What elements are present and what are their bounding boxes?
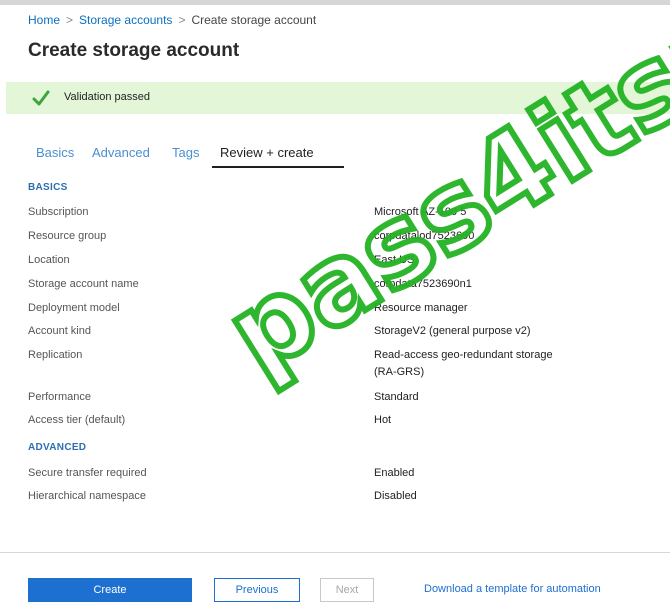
field-label-replication: Replication <box>28 349 83 361</box>
download-template-link[interactable]: Download a template for automation <box>424 583 601 595</box>
field-label-resource-group: Resource group <box>28 230 107 242</box>
field-value-account-kind: StorageV2 (general purpose v2) <box>374 325 531 337</box>
field-value-performance: Standard <box>374 391 419 403</box>
tab-advanced[interactable]: Advanced <box>92 145 150 160</box>
checkmark-icon <box>32 90 50 106</box>
next-button[interactable]: Next <box>320 578 374 602</box>
field-label-subscription: Subscription <box>28 206 89 218</box>
field-value-deployment-model: Resource manager <box>374 302 468 314</box>
field-label-location: Location <box>28 254 70 266</box>
field-label-secure-transfer: Secure transfer required <box>28 467 147 479</box>
field-value-access-tier: Hot <box>374 414 392 426</box>
top-border <box>0 0 670 5</box>
tab-tags[interactable]: Tags <box>172 145 199 160</box>
field-value-secure-transfer: Enabled <box>374 467 415 479</box>
field-label-performance: Performance <box>28 391 91 403</box>
create-button[interactable]: Create <box>28 578 192 602</box>
breadcrumb-home[interactable]: Home <box>28 13 60 27</box>
breadcrumb-storage-accounts[interactable]: Storage accounts <box>79 13 172 27</box>
breadcrumb-separator: > <box>178 13 186 27</box>
field-label-account-kind: Account kind <box>28 325 91 337</box>
breadcrumb-separator: > <box>66 13 74 27</box>
tab-basics[interactable]: Basics <box>36 145 74 160</box>
field-value-hierarchical-namespace: Disabled <box>374 490 417 502</box>
page-title: Create storage account <box>28 40 240 61</box>
validation-banner: Validation passed <box>6 82 670 114</box>
field-value-storage-account-name: corpdata7523690n1 <box>374 278 472 290</box>
field-label-access-tier: Access tier (default) <box>28 414 126 426</box>
field-value-replication: Read-access geo-redundant storage <box>374 349 553 361</box>
section-heading-advanced: ADVANCED <box>28 442 87 453</box>
tab-review-create[interactable]: Review + create <box>220 145 314 160</box>
breadcrumb: Home > Storage accounts > Create storage acc… <box>28 13 316 27</box>
field-value-resource-group: corpdatalod7523690 <box>374 230 475 242</box>
breadcrumb-current: Create storage account <box>191 13 317 27</box>
field-label-storage-account-name: Storage account name <box>28 278 139 290</box>
field-value-subscription: Microsoft AZ-100 5 <box>374 206 467 218</box>
active-tab-indicator <box>212 166 344 168</box>
previous-button[interactable]: Previous <box>214 578 300 602</box>
field-label-hierarchical-namespace: Hierarchical namespace <box>28 490 146 502</box>
section-heading-basics: BASICS <box>28 182 68 193</box>
validation-message: Validation passed <box>64 91 151 103</box>
field-label-deployment-model: Deployment model <box>28 302 120 314</box>
footer-divider <box>0 552 670 553</box>
field-value-location: East US <box>374 254 415 266</box>
field-value-replication-code: (RA-GRS) <box>374 366 425 378</box>
